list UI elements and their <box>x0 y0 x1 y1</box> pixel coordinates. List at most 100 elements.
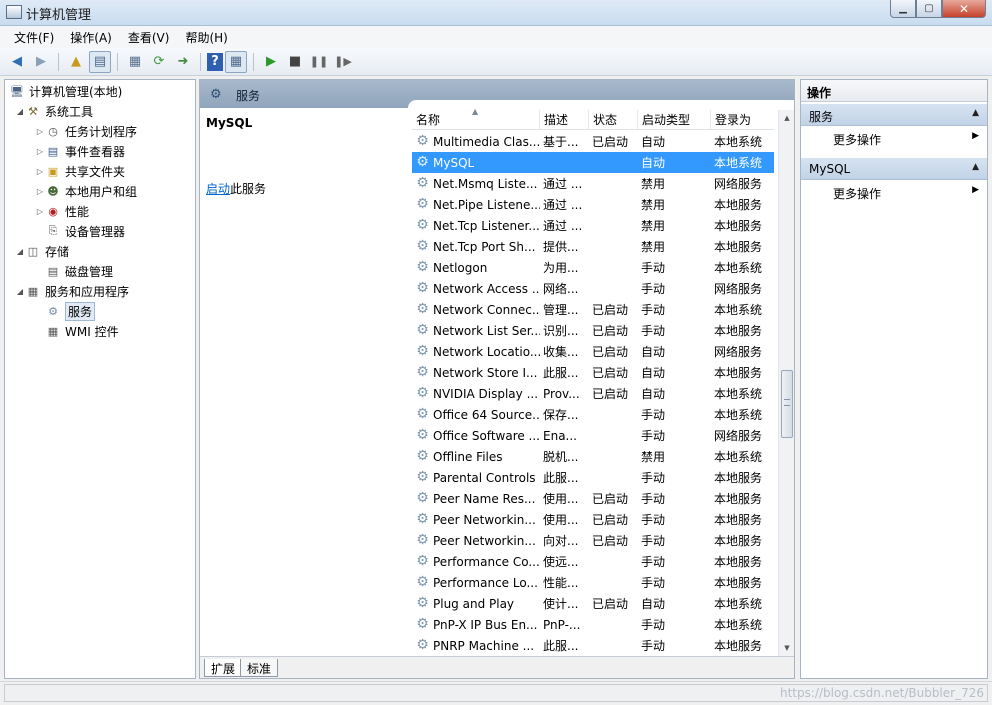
menu-view[interactable]: 查看(V) <box>120 27 178 48</box>
menu-file[interactable]: 文件(F) <box>6 27 62 48</box>
service-description: Ena... <box>543 428 577 443</box>
collapse-caret-icon[interactable]: ▲ <box>972 108 979 118</box>
show-action-pane-icon[interactable]: ▦ <box>225 50 247 73</box>
forward-arrow-icon[interactable]: ▶ <box>30 51 52 73</box>
table-row[interactable]: ⚙ Parental Controls 此服... 手动 本地服务 <box>412 467 774 488</box>
vertical-scrollbar[interactable]: ▲ ▼ <box>778 110 794 656</box>
column-name[interactable]: 名称 ▲ <box>412 107 540 130</box>
table-row[interactable]: ⚙ MySQL 自动 本地系统 <box>412 152 774 173</box>
expand-triangle-icon[interactable]: ▷ <box>35 187 45 196</box>
collapse-triangle-icon[interactable]: ◢ <box>15 107 25 116</box>
table-row[interactable]: ⚙ PnP-X IP Bus En... PnP-... 手动 本地系统 <box>412 614 774 635</box>
column-logon-as[interactable]: 登录为 <box>711 110 774 130</box>
table-row[interactable]: ⚙ PNRP Machine ... 此服... 手动 本地服务 <box>412 635 774 656</box>
table-row[interactable]: ⚙ Offline Files 脱机... 禁用 本地系统 <box>412 446 774 467</box>
menu-action[interactable]: 操作(A) <box>62 27 120 48</box>
tree-event-viewer[interactable]: ▷ ▤ 事件查看器 <box>35 142 125 160</box>
scrollbar-thumb[interactable] <box>781 370 793 438</box>
column-startup-type[interactable]: 启动类型 <box>638 110 711 130</box>
column-status[interactable]: 状态 <box>589 110 638 130</box>
expand-triangle-icon[interactable]: ▷ <box>35 147 45 156</box>
gear-icon: ⚙ <box>416 533 429 548</box>
table-row[interactable]: ⚙ Plug and Play 使计... 已启动 自动 本地系统 <box>412 593 774 614</box>
table-row[interactable]: ⚙ Netlogon 为用... 手动 本地系统 <box>412 257 774 278</box>
show-hide-tree-icon[interactable]: ▤ <box>89 50 111 73</box>
tree-device-manager[interactable]: ⎘ 设备管理器 <box>45 222 125 240</box>
table-row[interactable]: ⚙ Net.Pipe Listene... 通过 ... 禁用 本地服务 <box>412 194 774 215</box>
gear-icon: ⚙ <box>416 344 429 359</box>
expand-triangle-icon[interactable]: ▷ <box>35 127 45 136</box>
more-actions-services[interactable]: 更多操作 ▶ <box>801 128 987 148</box>
restart-service-icon[interactable]: ❚▶ <box>332 51 354 73</box>
table-row[interactable]: ⚙ Peer Networkin... 向对... 已启动 手动 本地服务 <box>412 530 774 551</box>
more-actions-mysql[interactable]: 更多操作 ▶ <box>801 182 987 202</box>
tree-task-scheduler[interactable]: ▷ ◷ 任务计划程序 <box>35 122 137 140</box>
close-button[interactable]: ✕ <box>942 0 986 18</box>
service-name-cell: ⚙ PNRP Machine ... <box>412 638 540 653</box>
service-startup-type: 禁用 <box>641 240 666 254</box>
tree-disk-management[interactable]: ▤ 磁盘管理 <box>45 262 113 280</box>
table-row[interactable]: ⚙ Office 64 Source... 保存... 手动 本地系统 <box>412 404 774 425</box>
tree-local-users[interactable]: ▷ ☻ 本地用户和组 <box>35 182 137 200</box>
tree-shared-folders[interactable]: ▷ ▣ 共享文件夹 <box>35 162 125 180</box>
table-row[interactable]: ⚙ Peer Networkin... 使用... 已启动 手动 本地服务 <box>412 509 774 530</box>
service-logon-as: 本地系统 <box>714 408 763 422</box>
table-row[interactable]: ⚙ Performance Co... 使远... 手动 本地服务 <box>412 551 774 572</box>
service-name-cell: ⚙ Peer Name Res... <box>412 491 540 506</box>
refresh-icon[interactable]: ⟳ <box>148 51 170 73</box>
scroll-down-icon[interactable]: ▼ <box>779 640 795 656</box>
actions-group-services[interactable]: 服务 ▲ <box>801 104 987 126</box>
expand-triangle-icon[interactable]: ▷ <box>35 207 45 216</box>
service-description: 向对... <box>543 534 579 548</box>
storage-icon: ◫ <box>27 244 39 258</box>
table-row[interactable]: ⚙ Net.Tcp Port Sh... 提供... 禁用 本地服务 <box>412 236 774 257</box>
pause-service-icon[interactable]: ❚❚ <box>308 51 330 73</box>
help-icon[interactable]: ? <box>207 52 223 71</box>
services-apps-icon: ▦ <box>27 284 39 298</box>
expand-triangle-icon[interactable]: ▷ <box>35 167 45 176</box>
service-status: 已启动 <box>592 513 629 527</box>
start-service-icon[interactable]: ▶ <box>260 51 282 73</box>
table-row[interactable]: ⚙ Network List Ser... 识别... 已启动 手动 本地服务 <box>412 320 774 341</box>
watermark: https://blog.csdn.net/Bubbler_726 <box>780 686 984 700</box>
tree-services-apps[interactable]: ◢ ▦ 服务和应用程序 <box>15 282 129 300</box>
actions-group-mysql[interactable]: MySQL ▲ <box>801 158 987 180</box>
collapse-triangle-icon[interactable]: ◢ <box>15 287 25 296</box>
service-name: Network List Ser... <box>433 323 540 338</box>
collapse-triangle-icon[interactable]: ◢ <box>15 247 25 256</box>
collapse-caret-icon[interactable]: ▲ <box>972 162 979 172</box>
list-header: 名称 ▲ 描述 状态 启动类型 登录为 <box>412 107 774 130</box>
table-row[interactable]: ⚙ Office Software ... Ena... 手动 网络服务 <box>412 425 774 446</box>
table-row[interactable]: ⚙ Performance Lo... 性能... 手动 本地服务 <box>412 572 774 593</box>
table-row[interactable]: ⚙ Network Access ... 网络... 手动 网络服务 <box>412 278 774 299</box>
table-row[interactable]: ⚙ Network Locatio... 收集... 已启动 自动 网络服务 <box>412 341 774 362</box>
up-folder-icon[interactable]: ▲ <box>65 51 87 73</box>
service-name-cell: ⚙ Multimedia Clas... <box>412 134 540 149</box>
tab-standard[interactable]: 标准 <box>240 659 279 677</box>
menu-help[interactable]: 帮助(H) <box>177 27 235 48</box>
column-description[interactable]: 描述 <box>540 110 589 130</box>
table-row[interactable]: ⚙ Network Connec... 管理... 已启动 手动 本地系统 <box>412 299 774 320</box>
maximize-button[interactable]: ▢ <box>916 0 942 18</box>
start-service-link[interactable]: 启动 <box>206 182 230 196</box>
table-row[interactable]: ⚙ Net.Tcp Listener... 通过 ... 禁用 本地服务 <box>412 215 774 236</box>
tree-performance[interactable]: ▷ ◉ 性能 <box>35 202 89 220</box>
table-row[interactable]: ⚙ NVIDIA Display ... Prov... 已启动 自动 本地系统 <box>412 383 774 404</box>
service-name: Offline Files <box>433 449 503 464</box>
stop-service-icon[interactable]: ■ <box>284 51 306 73</box>
tree-services[interactable]: ⚙ 服务 <box>45 301 96 321</box>
table-row[interactable]: ⚙ Net.Msmq Liste... 通过 ... 禁用 网络服务 <box>412 173 774 194</box>
back-arrow-icon[interactable]: ◀ <box>6 51 28 73</box>
tree-root[interactable]: 🖥 计算机管理(本地) <box>9 82 122 100</box>
minimize-button[interactable]: ▁ <box>890 0 916 18</box>
tree-system-tools[interactable]: ◢ ⚒ 系统工具 <box>15 102 93 120</box>
table-row[interactable]: ⚙ Network Store I... 此服... 已启动 自动 本地服务 <box>412 362 774 383</box>
tree-storage[interactable]: ◢ ◫ 存储 <box>15 242 69 260</box>
properties-icon[interactable]: ▦ <box>124 51 146 73</box>
table-row[interactable]: ⚙ Multimedia Clas... 基于... 已启动 自动 本地系统 <box>412 131 774 152</box>
export-list-icon[interactable]: ➜ <box>172 51 194 73</box>
table-row[interactable]: ⚙ Peer Name Res... 使用... 已启动 手动 本地服务 <box>412 488 774 509</box>
scroll-up-icon[interactable]: ▲ <box>779 110 795 126</box>
tree-wmi[interactable]: ▦ WMI 控件 <box>45 322 119 340</box>
tab-extended[interactable]: 扩展 <box>204 659 243 677</box>
